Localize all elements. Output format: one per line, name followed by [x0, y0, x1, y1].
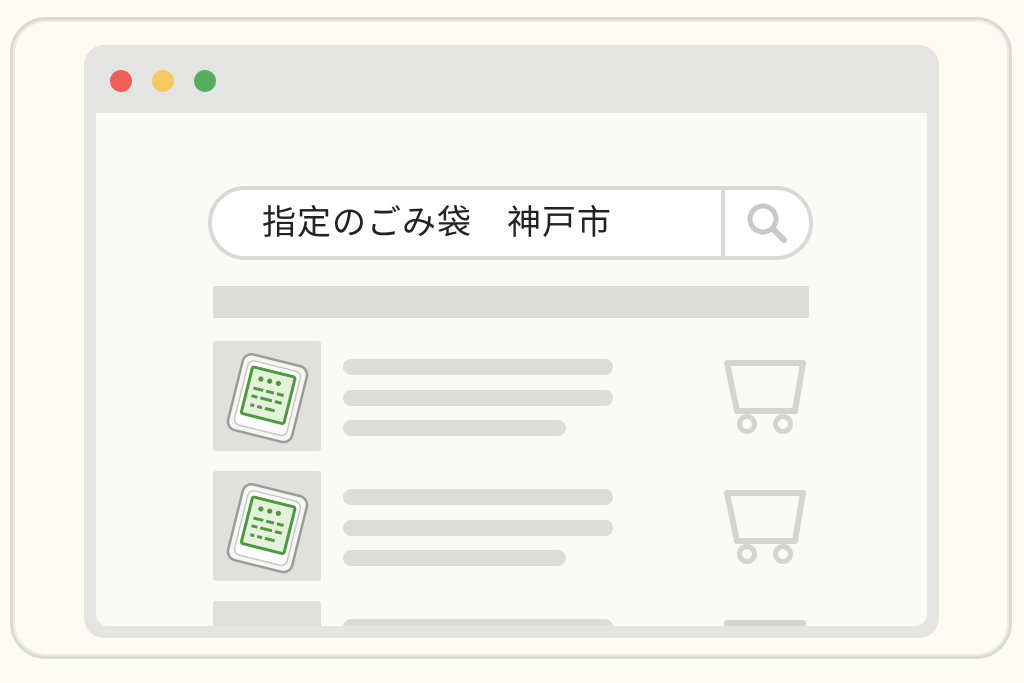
maximize-window-button[interactable] — [194, 70, 216, 92]
search-result-item[interactable] — [213, 601, 809, 626]
garbage-bag-package-icon — [226, 353, 309, 444]
search-result-item[interactable] — [213, 341, 809, 451]
shopping-cart-icon[interactable] — [723, 359, 807, 437]
result-title-placeholder — [343, 359, 613, 375]
title-bar — [84, 45, 939, 113]
search-icon — [747, 203, 787, 243]
search-button[interactable] — [725, 190, 809, 256]
minimize-window-button[interactable] — [152, 70, 174, 92]
product-thumbnail[interactable] — [213, 471, 321, 581]
shopping-cart-icon[interactable] — [723, 489, 807, 567]
result-text-placeholder — [343, 420, 566, 436]
product-thumbnail[interactable] — [213, 341, 321, 451]
close-window-button[interactable] — [110, 70, 132, 92]
shopping-cart-icon[interactable] — [723, 619, 807, 626]
search-box[interactable]: 指定のごみ袋 神戸市 — [208, 186, 813, 260]
blank-thumbnail[interactable] — [213, 601, 321, 626]
browser-window: 指定のごみ袋 神戸市 — [84, 45, 939, 638]
result-text-placeholder — [343, 390, 613, 406]
search-input[interactable]: 指定のごみ袋 神戸市 — [262, 190, 612, 256]
result-title-placeholder — [343, 489, 613, 505]
result-text-placeholder — [343, 550, 566, 566]
page-viewport: 指定のごみ袋 神戸市 — [96, 113, 927, 626]
results-header-placeholder — [213, 286, 809, 318]
search-result-item[interactable] — [213, 471, 809, 581]
garbage-bag-package-icon — [226, 483, 309, 574]
result-title-placeholder — [343, 619, 613, 626]
result-text-placeholder — [343, 520, 613, 536]
